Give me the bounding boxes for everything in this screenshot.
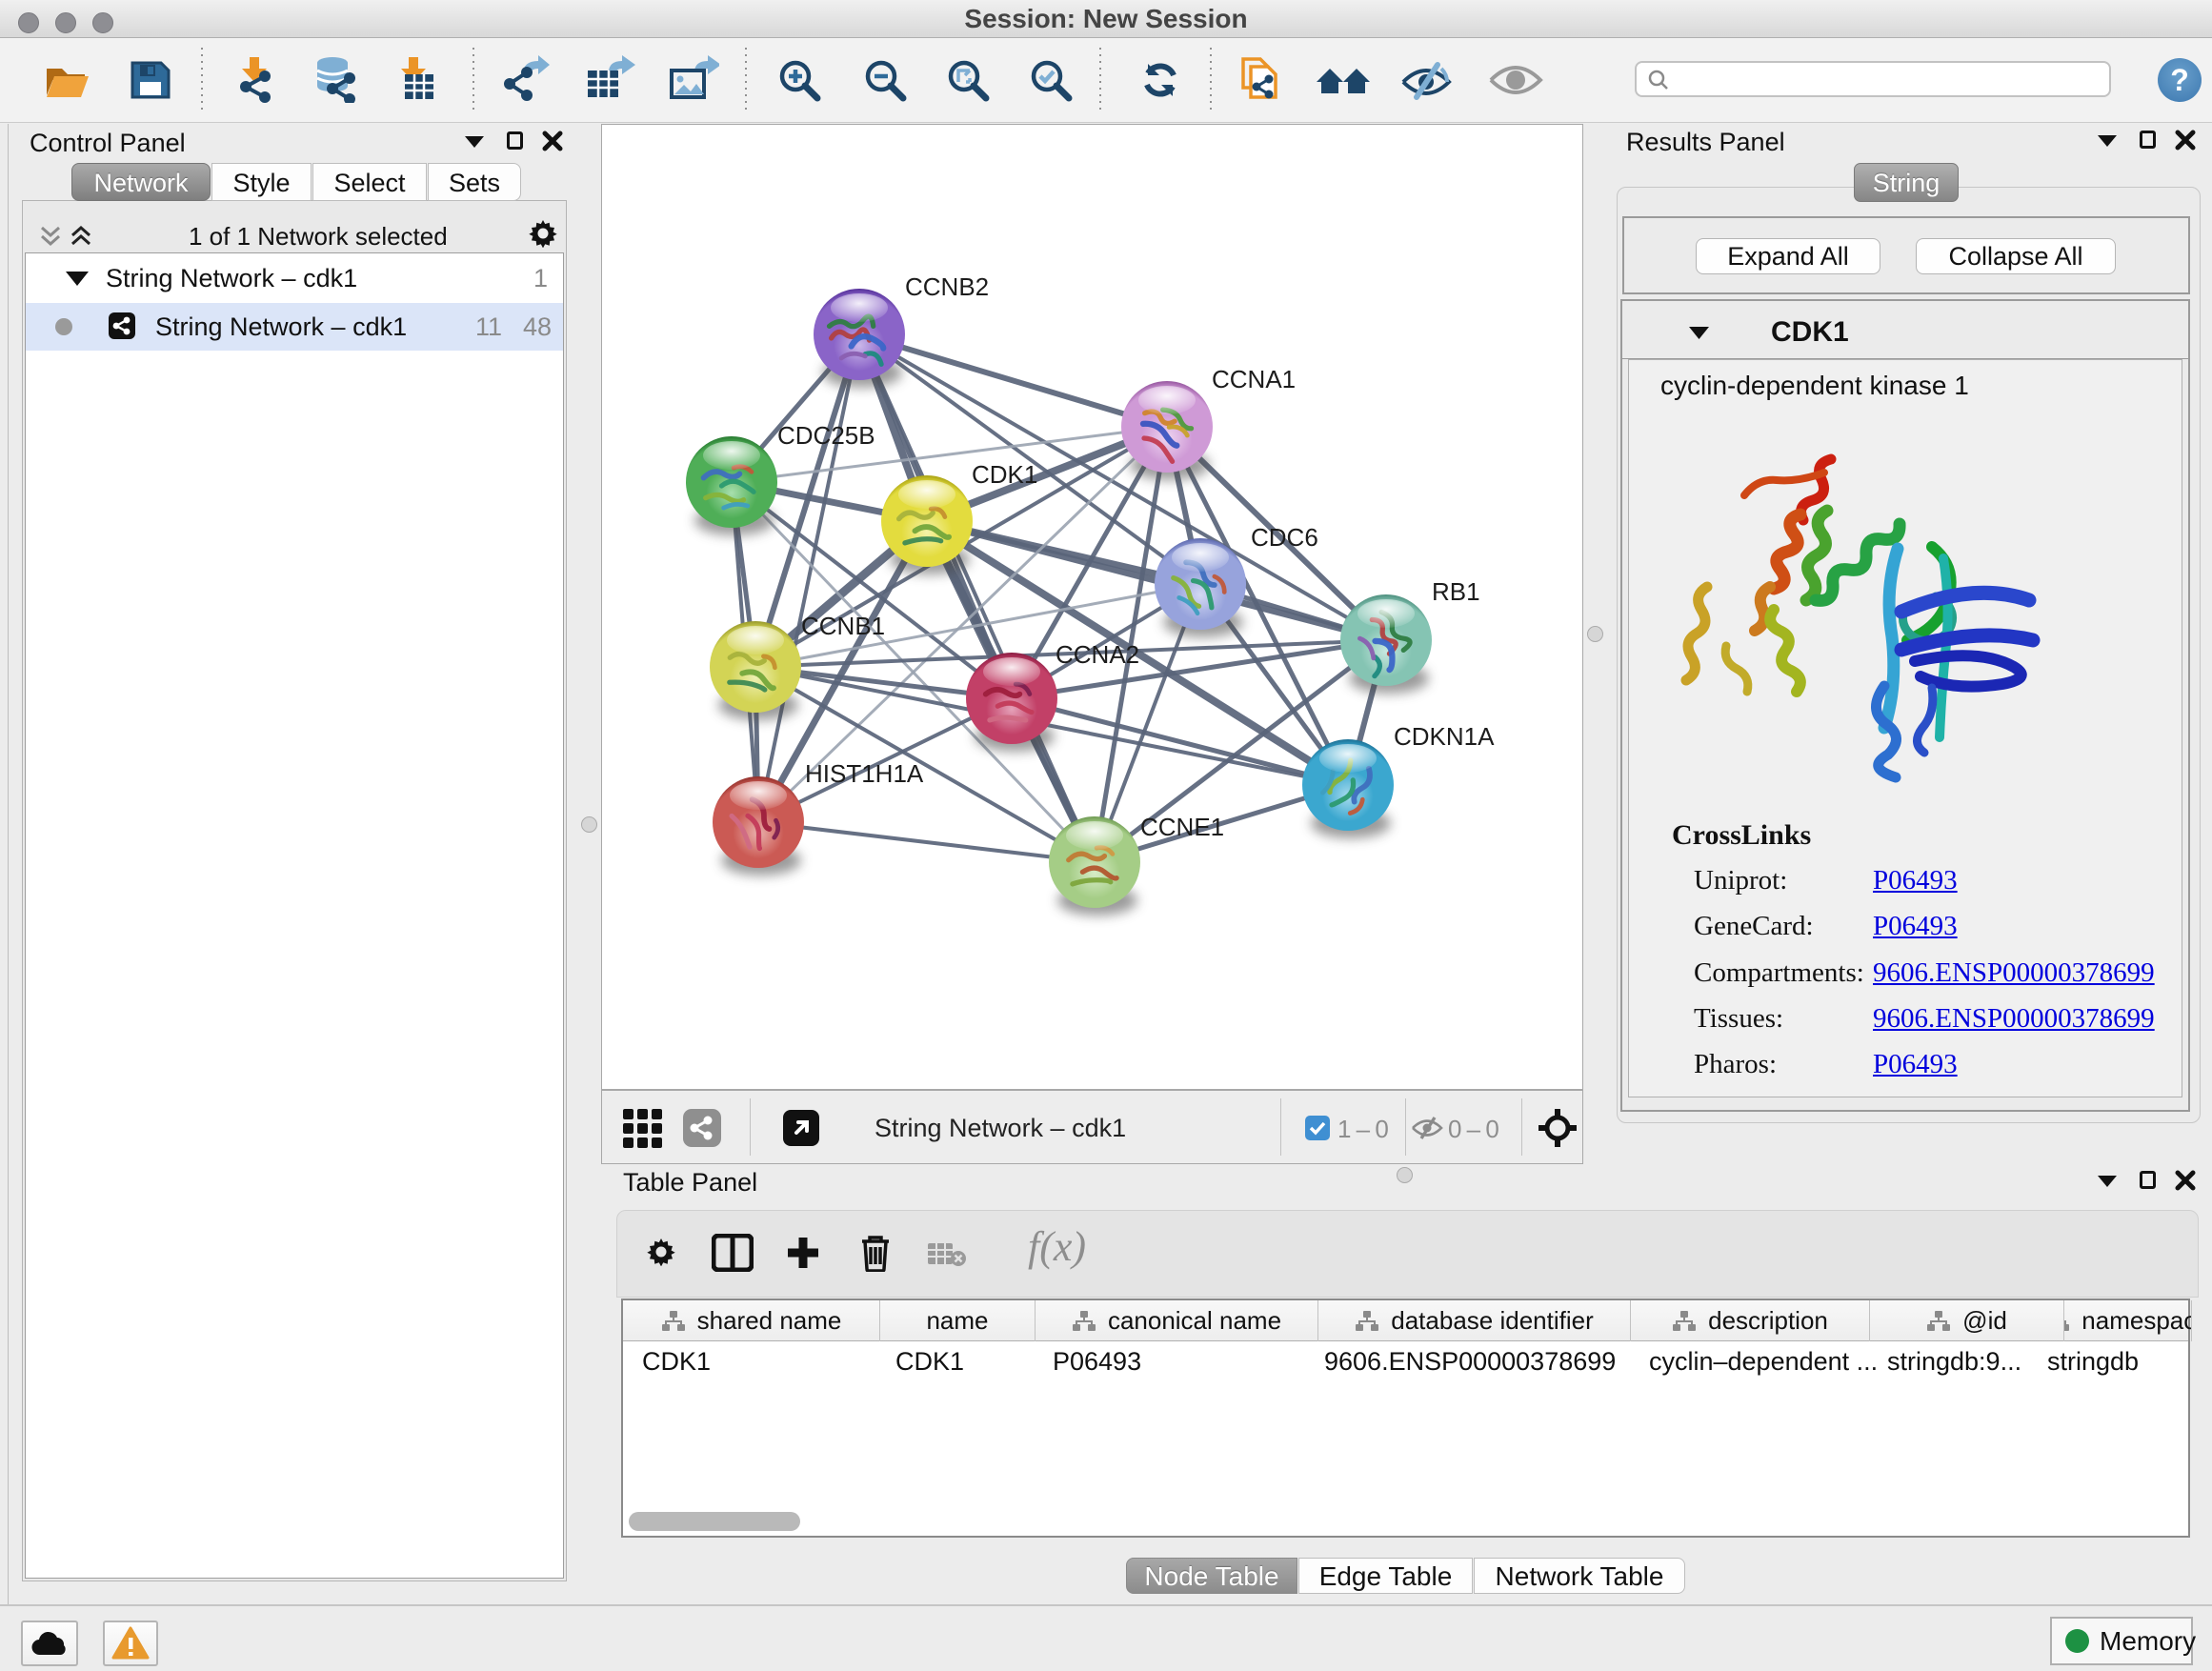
svg-text:CCNA1: CCNA1 <box>1212 365 1296 393</box>
svg-text:CCNB2: CCNB2 <box>905 272 989 301</box>
svg-text:HIST1H1A: HIST1H1A <box>805 759 924 788</box>
svg-text:CDC25B: CDC25B <box>777 421 875 450</box>
svg-text:CCNA2: CCNA2 <box>1056 640 1139 669</box>
svg-text:CCNB1: CCNB1 <box>801 612 885 640</box>
svg-text:RB1: RB1 <box>1432 577 1480 606</box>
svg-text:CDK1: CDK1 <box>972 460 1037 489</box>
svg-text:CDC6: CDC6 <box>1251 523 1318 552</box>
svg-text:CDKN1A: CDKN1A <box>1394 722 1495 751</box>
svg-text:CCNE1: CCNE1 <box>1140 813 1224 841</box>
